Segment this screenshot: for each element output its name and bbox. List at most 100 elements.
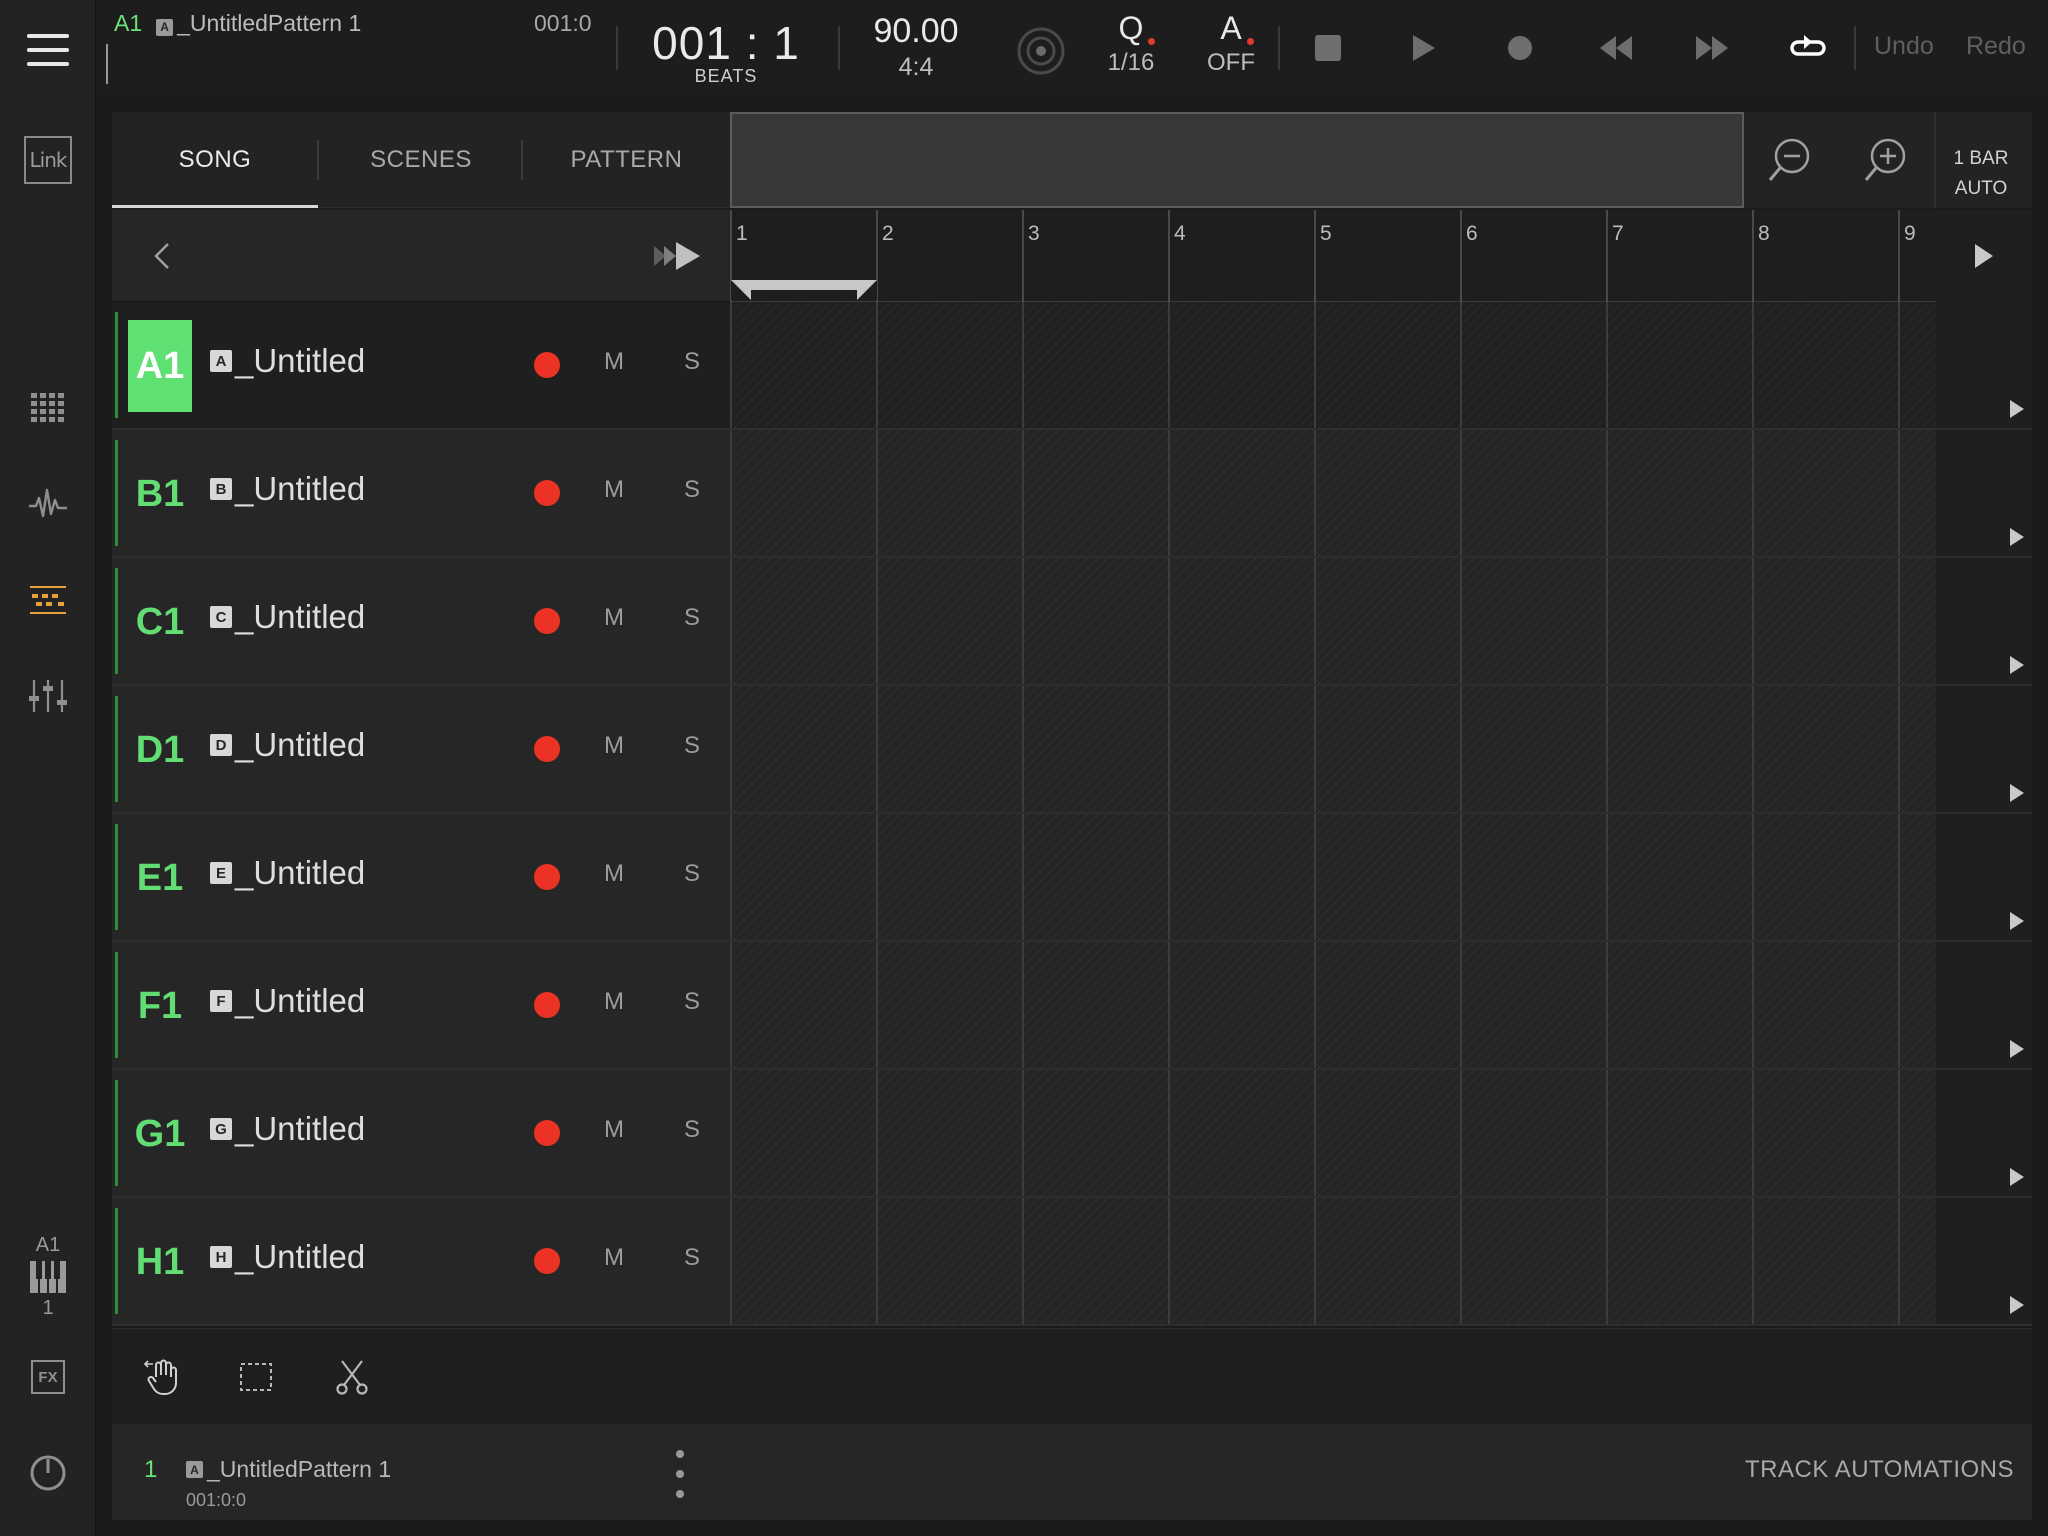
track-id[interactable]: D1 [128,704,192,796]
track-header[interactable]: A1 A _Untitled M S [112,302,730,428]
follow-playhead-icon[interactable] [652,240,704,272]
record-arm-button[interactable] [534,736,560,762]
rewind-icon[interactable] [1596,28,1636,68]
track-expand[interactable] [1936,302,2032,428]
track-header[interactable]: B1 B _Untitled M S [112,430,730,556]
track-row[interactable]: E1 E _Untitled M S [112,814,2032,942]
track-expand[interactable] [1936,1070,2032,1196]
track-row[interactable]: H1 H _Untitled M S [112,1198,2032,1326]
metronome-icon[interactable] [1016,26,1066,76]
current-pattern-info[interactable]: A1 A _UntitledPattern 1 [114,10,361,37]
solo-button[interactable]: S [684,1116,700,1144]
track-name[interactable]: B _Untitled [210,470,365,508]
solo-button[interactable]: S [684,732,700,760]
track-lane[interactable] [730,1070,1936,1196]
track-expand[interactable] [1936,1198,2032,1324]
track-lane[interactable] [730,430,1936,556]
track-header[interactable]: G1 G _Untitled M S [112,1070,730,1196]
track-header[interactable]: F1 F _Untitled M S [112,942,730,1068]
chevron-left-icon[interactable] [148,240,178,272]
tab-pattern[interactable]: PATTERN [523,112,730,208]
track-id[interactable]: C1 [128,576,192,668]
mute-button[interactable]: M [604,1116,624,1144]
track-automations-button[interactable]: TRACK AUTOMATIONS [1745,1456,2014,1484]
track-expand[interactable] [1936,942,2032,1068]
quantize-button[interactable]: Q 1/16 [1096,10,1166,77]
song-position-display[interactable]: 001 : 1 BEATS [636,16,816,87]
solo-button[interactable]: S [684,860,700,888]
tab-song[interactable]: SONG [112,112,318,208]
track-id[interactable]: H1 [128,1216,192,1308]
record-arm-button[interactable] [534,608,560,634]
track-row[interactable]: D1 D _Untitled M S [112,686,2032,814]
record-arm-button[interactable] [534,1248,560,1274]
track-lane[interactable] [730,942,1936,1068]
track-row[interactable]: C1 C _Untitled M S [112,558,2032,686]
track-name[interactable]: A _Untitled [210,342,365,380]
mute-button[interactable]: M [604,348,624,376]
bar-ruler[interactable]: 1 2 3 4 5 6 7 8 9 [730,210,1936,302]
master-knob-icon[interactable] [0,1452,96,1494]
automation-button[interactable]: A OFF [1196,10,1266,77]
zoom-out-icon[interactable] [1766,136,1814,184]
song-overview-scrollbar[interactable] [730,112,1744,208]
record-arm-button[interactable] [534,480,560,506]
track-header[interactable]: E1 E _Untitled M S [112,814,730,940]
marquee-select-tool-icon[interactable] [232,1353,280,1401]
track-id[interactable]: B1 [128,448,192,540]
track-id[interactable]: A1 [128,320,192,412]
hand-drag-tool-icon[interactable] [138,1353,186,1401]
track-name[interactable]: C _Untitled [210,598,365,636]
track-lane[interactable] [730,1198,1936,1324]
track-lane[interactable] [730,686,1936,812]
track-id[interactable]: F1 [128,960,192,1052]
stop-icon[interactable] [1308,28,1348,68]
track-expand[interactable] [1936,558,2032,684]
loop-icon[interactable] [1788,28,1828,68]
solo-button[interactable]: S [684,476,700,504]
track-row[interactable]: G1 G _Untitled M S [112,1070,2032,1198]
song-sequencer-icon[interactable] [0,580,96,620]
tempo-display[interactable]: 90.00 4:4 [856,12,976,82]
track-name[interactable]: E _Untitled [210,854,365,892]
mute-button[interactable]: M [604,1244,624,1272]
mute-button[interactable]: M [604,476,624,504]
mute-button[interactable]: M [604,860,624,888]
tab-scenes[interactable]: SCENES [319,112,523,208]
track-header[interactable]: C1 C _Untitled M S [112,558,730,684]
track-row[interactable]: F1 F _Untitled M S [112,942,2032,1070]
fast-forward-icon[interactable] [1692,28,1732,68]
scissors-tool-icon[interactable] [328,1353,376,1401]
track-id[interactable]: G1 [128,1088,192,1180]
undo-button[interactable]: Undo [1874,32,1934,61]
track-expand[interactable] [1936,686,2032,812]
track-header[interactable]: D1 D _Untitled M S [112,686,730,812]
track-row[interactable]: B1 B _Untitled M S [112,430,2032,558]
play-icon[interactable] [1404,28,1444,68]
grid-size-button[interactable]: 1 BAR AUTO [1940,144,2022,204]
track-lane[interactable] [730,302,1936,428]
solo-button[interactable]: S [684,988,700,1016]
menu-icon[interactable] [0,30,96,70]
fx-button[interactable]: FX [0,1356,96,1398]
keyboard-button[interactable]: A1 1 [0,1232,96,1322]
mute-button[interactable]: M [604,988,624,1016]
loop-region-marker[interactable] [731,280,877,300]
track-row[interactable]: A1 A _Untitled M S [112,302,2032,430]
zoom-in-icon[interactable] [1862,136,1910,184]
record-arm-button[interactable] [534,1120,560,1146]
solo-button[interactable]: S [684,1244,700,1272]
redo-button[interactable]: Redo [1966,32,2026,61]
ruler-scroll-play-icon[interactable] [1936,210,2032,302]
track-header[interactable]: H1 H _Untitled M S [112,1198,730,1324]
record-arm-button[interactable] [534,992,560,1018]
ableton-link-button[interactable]: Link [0,136,96,184]
sample-editor-wave-icon[interactable] [0,484,96,524]
track-lane[interactable] [730,814,1936,940]
track-name[interactable]: H _Untitled [210,1238,365,1276]
mixer-icon[interactable] [0,676,96,716]
solo-button[interactable]: S [684,604,700,632]
track-name[interactable]: F _Untitled [210,982,365,1020]
track-expand[interactable] [1936,430,2032,556]
track-name[interactable]: G _Untitled [210,1110,365,1148]
